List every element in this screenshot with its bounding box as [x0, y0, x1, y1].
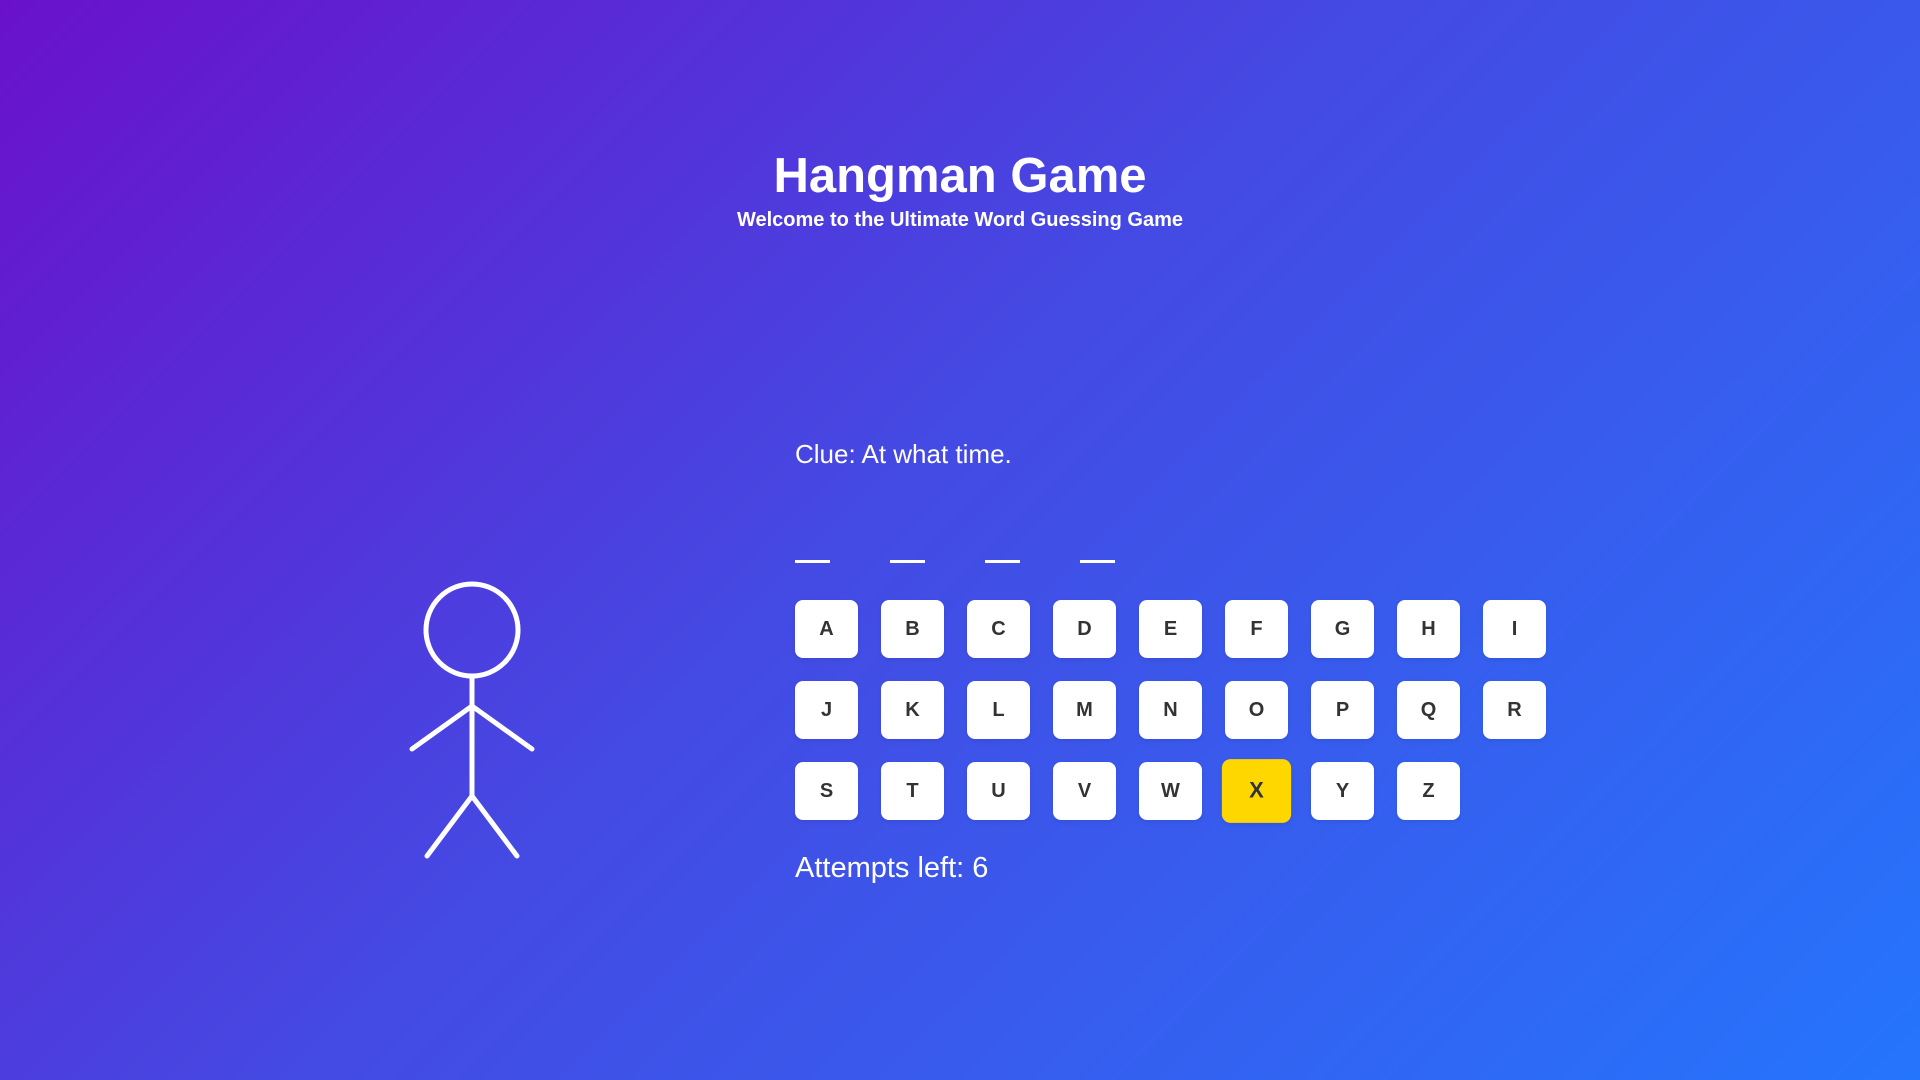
word-display — [795, 560, 1115, 563]
letter-key-e[interactable]: E — [1139, 600, 1202, 658]
clue-text: Clue: At what time. — [795, 439, 1012, 469]
letter-key-y[interactable]: Y — [1311, 762, 1374, 820]
letter-key-z[interactable]: Z — [1397, 762, 1460, 820]
letter-key-p[interactable]: P — [1311, 681, 1374, 739]
letter-key-k[interactable]: K — [881, 681, 944, 739]
letter-key-c[interactable]: C — [967, 600, 1030, 658]
header: Hangman Game Welcome to the Ultimate Wor… — [0, 146, 1920, 232]
letter-key-r[interactable]: R — [1483, 681, 1546, 739]
letter-key-a[interactable]: A — [795, 600, 858, 658]
letter-key-b[interactable]: B — [881, 600, 944, 658]
figure-right-arm — [469, 703, 535, 752]
figure-right-leg — [469, 793, 520, 859]
letter-key-i[interactable]: I — [1483, 600, 1546, 658]
letter-blank — [795, 560, 830, 563]
letter-key-g[interactable]: G — [1311, 600, 1374, 658]
letter-key-t[interactable]: T — [881, 762, 944, 820]
letter-keyboard: ABCDEFGHI JKLMNOPQR STUVWXYZ — [795, 600, 1575, 823]
letter-blank — [1080, 560, 1115, 563]
page-subtitle: Welcome to the Ultimate Word Guessing Ga… — [736, 209, 1183, 231]
letter-key-s[interactable]: S — [795, 762, 858, 820]
figure-left-arm — [409, 703, 475, 752]
letter-key-u[interactable]: U — [967, 762, 1030, 820]
letter-key-w[interactable]: W — [1139, 762, 1202, 820]
letter-blank — [985, 560, 1020, 563]
attempts-left: Attempts left: 6 — [795, 852, 989, 884]
letter-blank — [890, 560, 925, 563]
hangman-figure — [405, 578, 540, 860]
figure-left-leg — [424, 793, 475, 859]
letter-key-v[interactable]: V — [1053, 762, 1116, 820]
letter-key-d[interactable]: D — [1053, 600, 1116, 658]
stick-figure-icon — [409, 581, 535, 859]
letter-key-n[interactable]: N — [1139, 681, 1202, 739]
letter-key-q[interactable]: Q — [1397, 681, 1460, 739]
page-title: Hangman Game — [773, 149, 1147, 203]
letter-key-j[interactable]: J — [795, 681, 858, 739]
letter-key-h[interactable]: H — [1397, 600, 1460, 658]
letter-key-l[interactable]: L — [967, 681, 1030, 739]
letter-key-x[interactable]: X — [1221, 759, 1292, 823]
letter-key-f[interactable]: F — [1225, 600, 1288, 658]
letter-key-m[interactable]: M — [1053, 681, 1116, 739]
letter-key-o[interactable]: O — [1225, 681, 1288, 739]
figure-head — [423, 581, 521, 679]
